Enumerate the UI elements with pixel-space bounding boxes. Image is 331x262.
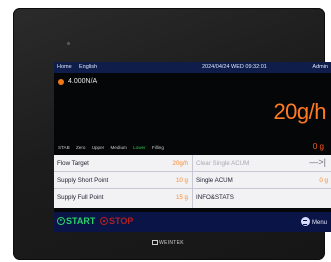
home-link[interactable]: Home (57, 64, 72, 70)
stop-button[interactable]: STOP (100, 216, 133, 226)
single-acum-row: Single ACUM 0 g (193, 172, 331, 189)
flow-target-label: Flow Target (57, 160, 89, 167)
status-text: 4.000N/A (68, 78, 98, 85)
flow-rate-display: 20g/h (273, 99, 326, 124)
user-label[interactable]: Admin (312, 64, 328, 70)
stop-label: STOP (109, 216, 134, 226)
short-point-value[interactable]: 10 g (176, 177, 188, 184)
top-bar: Home English 2024/04/24 WED 09:32:01 Adm… (54, 62, 331, 73)
bottom-bar: START STOP Menu (54, 212, 331, 232)
brand-logo: WEINTEK (152, 240, 184, 246)
datetime-display: 2024/04/24 WED 09:32:01 (202, 64, 267, 70)
clear-acum-row[interactable]: Clear Single ACUM —>| (193, 155, 331, 172)
short-point-row[interactable]: Supply Short Point 10 g (54, 172, 192, 189)
flow-target-row[interactable]: Flow Target 20g/h (54, 155, 192, 172)
mode-upper: Upper (91, 145, 105, 150)
mode-zero: Zero (75, 145, 86, 150)
mode-indicators: STAB Zero Upper Medium Lower Filling (58, 145, 169, 150)
start-label: START (66, 216, 96, 226)
start-button[interactable]: START (57, 216, 95, 226)
mode-filling: Filling (151, 145, 164, 150)
current-weight: 0 g (312, 142, 324, 151)
menu-button[interactable]: Menu (300, 217, 327, 226)
play-icon (57, 217, 65, 225)
mode-lower: Lower (133, 145, 146, 150)
single-acum-value: 0 g (319, 177, 328, 184)
menu-label: Menu (311, 220, 327, 226)
menu-icon (300, 217, 310, 226)
clear-arrow-icon[interactable]: —>| (309, 157, 326, 167)
status-indicator-icon (58, 79, 64, 85)
info-stats-row[interactable]: INFO&STATS (193, 189, 331, 206)
full-point-label: Supply Full Point (57, 194, 104, 201)
info-stats-label: INFO&STATS (196, 194, 234, 201)
stop-icon (100, 217, 108, 225)
logo-mark-icon (152, 240, 158, 245)
short-point-label: Supply Short Point (57, 177, 109, 184)
hmi-screen: Home English 2024/04/24 WED 09:32:01 Adm… (54, 62, 331, 232)
full-point-value[interactable]: 15 g (176, 194, 188, 201)
single-acum-label: Single ACUM (196, 177, 233, 184)
language-selector[interactable]: English (79, 64, 97, 70)
camera-dot-icon (67, 42, 70, 45)
settings-table: Flow Target 20g/h Clear Single ACUM —>| … (54, 155, 331, 208)
clear-acum-label: Clear Single ACUM (196, 160, 250, 167)
mode-stab: STAB (58, 145, 70, 150)
flow-target-value[interactable]: 20g/h (173, 160, 188, 167)
brand-name: WEINTEK (159, 240, 184, 246)
mode-medium: Medium (110, 145, 127, 150)
full-point-row[interactable]: Supply Full Point 15 g (54, 189, 192, 206)
device-bezel: Home English 2024/04/24 WED 09:32:01 Adm… (13, 8, 331, 260)
